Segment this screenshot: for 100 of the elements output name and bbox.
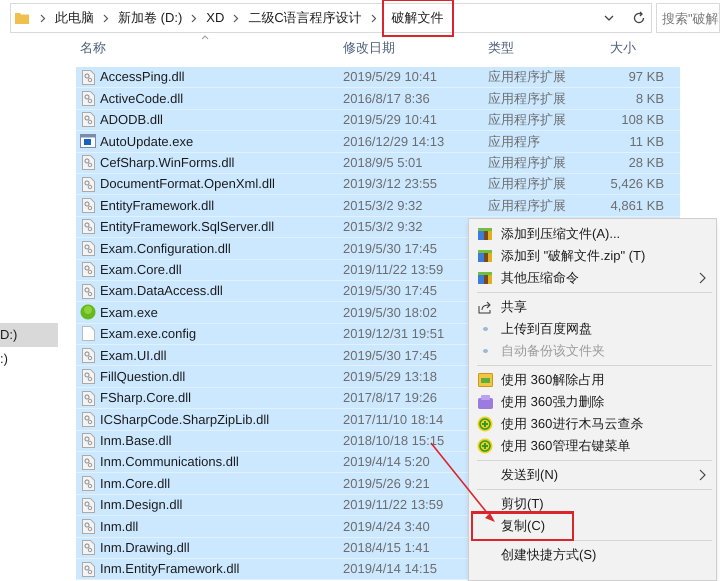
chevron-right-icon (40, 14, 46, 22)
date-cell-text: 2019/5/30 17:45 (343, 240, 438, 258)
date-cell-text: 2019/4/14 14:15 (343, 560, 438, 578)
dll-file-icon (82, 240, 94, 256)
dll-file-icon (82, 390, 94, 406)
dll-file-icon (82, 155, 94, 170)
file-name: FSharp.Core.dll (100, 389, 192, 408)
file-name: Exam.DataAccess.dll (100, 282, 224, 300)
archive-icon (478, 272, 492, 284)
file-row[interactable]: CefSharp.WinForms.dll 2018/9/5 5:01 应用程序扩展 28 KB (76, 152, 680, 174)
file-name: Exam.Configuration.dll (100, 240, 232, 258)
share-icon (478, 300, 492, 314)
dll-file-icon (82, 262, 94, 278)
date-cell-text: 2018/10/18 15:15 (343, 432, 446, 450)
file-name: Inm.Design.dll (100, 496, 184, 514)
dll-file-icon (82, 112, 94, 128)
folder-icon (478, 373, 492, 387)
breadcrumb-item[interactable]: XD (204, 8, 226, 28)
file-name: ADODB.dll (100, 111, 164, 130)
archive-icon (478, 228, 492, 240)
file-row[interactable]: ActiveCode.dll 2016/8/17 8:36 应用程序扩展 8 KB (76, 88, 680, 110)
size-cell-text: 108 KB (620, 111, 664, 130)
nav-item[interactable]: :) (0, 347, 58, 371)
date-cell-text: 2018/4/15 1:41 (343, 539, 431, 558)
date-cell-text: 2018/9/5 5:01 (343, 154, 424, 172)
date-cell-text: 2016/12/29 14:13 (343, 132, 446, 151)
date-cell-text: 2019/11/22 13:59 (343, 260, 444, 279)
file-name: Inm.Communications.dll (100, 453, 240, 472)
plus-circle-icon (477, 438, 493, 454)
dll-file-icon (82, 91, 94, 106)
column-header[interactable]: 修改日期 (343, 38, 488, 58)
file-name: ICSharpCode.SharpZipLib.dll (100, 410, 270, 429)
file-name: ActiveCode.dll (100, 90, 184, 108)
date-cell-text: 2016/8/17 8:36 (343, 90, 431, 108)
file-row[interactable]: AutoUpdate.exe 2016/12/29 14:13 应用程序 11 KB (76, 131, 680, 153)
file-name: Exam.exe.config (100, 325, 198, 344)
file-name: Exam.UI.dll (100, 346, 168, 365)
file-row[interactable]: ADODB.dll 2019/5/29 10:41 应用程序扩展 108 KB (76, 110, 680, 132)
dll-file-icon (82, 369, 94, 384)
dll-file-icon (82, 454, 94, 470)
dll-file-icon (82, 176, 94, 192)
dll-file-icon (82, 562, 94, 577)
date-cell-text: 2015/3/2 9:32 (343, 218, 424, 236)
size-cell-text: 4,861 KB (610, 196, 664, 215)
column-header[interactable]: 类型 (488, 38, 588, 58)
file-name: Exam.exe (100, 304, 159, 322)
date-cell-text: 2017/8/17 19:26 (343, 389, 438, 408)
breadcrumb-item[interactable]: 破解文件 (390, 10, 446, 25)
file-name: CefSharp.WinForms.dll (100, 154, 236, 172)
dll-file-icon (82, 518, 94, 534)
date-cell-text: 2019/5/30 17:45 (343, 282, 438, 300)
chevron-right-icon (233, 14, 240, 22)
type-cell-text: 应用程序扩展 (488, 154, 567, 172)
date-cell-text: 2019/5/30 18:02 (343, 304, 438, 322)
file-name: EntityFramework.dll (100, 196, 216, 215)
dll-file-icon (82, 348, 94, 363)
dot-icon (482, 349, 488, 353)
round-app-icon (80, 304, 96, 320)
file-row[interactable]: DocumentFormat.OpenXml.dll 2019/3/12 23:55 应用程序扩展 5,426 KB (76, 174, 680, 196)
search-field[interactable]: 搜索"破解 (656, 3, 720, 33)
type-cell-text: 应用程序扩展 (488, 90, 567, 108)
dropdown-chevron-icon[interactable] (604, 15, 614, 21)
date-cell-text: 2019/5/29 10:41 (343, 68, 438, 86)
dll-file-icon (82, 70, 94, 85)
dll-file-icon (82, 198, 94, 214)
type-cell-text: 应用程序扩展 (488, 175, 567, 194)
breadcrumb-item[interactable]: 二级C语言程序设计 (246, 8, 364, 28)
file-name: Inm.EntityFramework.dll (100, 560, 240, 578)
date-cell-text: 2019/5/30 17:45 (343, 346, 438, 365)
type-cell-text: 应用程序扩展 (488, 196, 567, 215)
file-name: Exam.Core.dll (100, 260, 183, 279)
column-header[interactable]: 大小 (588, 38, 636, 58)
chevron-right-icon (370, 14, 377, 22)
file-name: FillQuestion.dll (100, 368, 186, 386)
dll-file-icon (82, 412, 94, 427)
date-cell-text: 2019/5/29 10:41 (343, 111, 438, 130)
file-row[interactable]: AccessPing.dll 2019/5/29 10:41 应用程序扩展 97 KB (76, 67, 680, 88)
file-name: Inm.Core.dll (100, 474, 172, 493)
nav-item[interactable]: D:) (0, 323, 58, 347)
dll-file-icon (82, 219, 94, 234)
chevron-right-icon (191, 14, 198, 22)
file-row[interactable]: EntityFramework.dll 2015/3/2 9:32 应用程序扩展 4,861 KB (76, 195, 680, 217)
breadcrumb-item[interactable]: 新加卷 (D:) (116, 8, 184, 28)
program-window-icon (80, 134, 96, 148)
type-cell-text: 应用程序 (488, 132, 541, 151)
date-cell-text: 2019/11/22 13:59 (343, 496, 444, 514)
chevron-right-icon (103, 14, 109, 22)
column-header[interactable]: 名称 (76, 38, 343, 58)
breadcrumb-item[interactable]: 此电脑 (53, 8, 96, 28)
date-cell-text: 2019/4/14 5:20 (343, 453, 431, 472)
plus-circle-icon (477, 416, 493, 432)
dll-file-icon (82, 433, 94, 448)
dll-file-icon (82, 540, 94, 556)
type-cell-text: 应用程序扩展 (488, 68, 567, 86)
folder-icon (15, 12, 29, 24)
refresh-icon[interactable] (632, 11, 646, 25)
dll-file-icon (82, 498, 94, 512)
file-name: AutoUpdate.exe (100, 132, 194, 151)
dot-icon (482, 327, 488, 331)
date-cell-text: 2019/12/31 19:51 (343, 325, 446, 344)
